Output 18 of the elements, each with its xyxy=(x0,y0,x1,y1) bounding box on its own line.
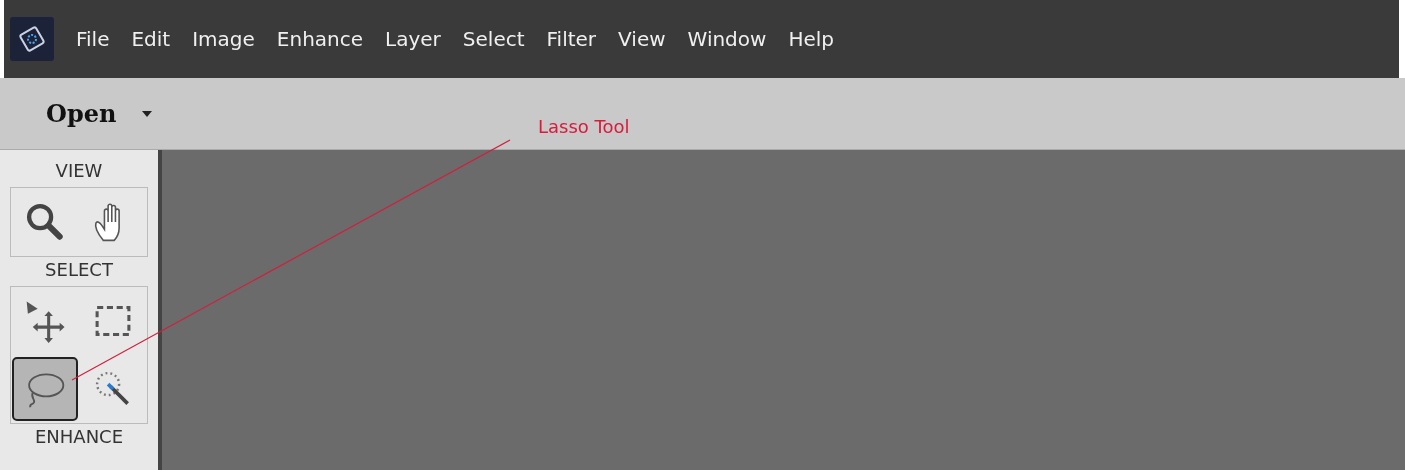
menu-item[interactable]: Enhance xyxy=(276,27,364,51)
caret-icon xyxy=(142,110,153,117)
menu-item[interactable]: View xyxy=(618,27,666,51)
menu-item[interactable]: Filter xyxy=(546,27,597,51)
section-label: SELECT xyxy=(45,259,113,280)
app-logo-icon[interactable] xyxy=(10,17,54,61)
menu-item[interactable]: Window xyxy=(687,27,767,51)
menu-item[interactable]: Edit xyxy=(131,27,171,51)
menu-item[interactable]: Select xyxy=(462,27,525,51)
menu-item[interactable]: Help xyxy=(788,27,834,51)
menu-item[interactable]: File xyxy=(76,27,110,51)
section-label: VIEW xyxy=(55,160,103,181)
tool-button[interactable] xyxy=(12,357,78,421)
menu-item[interactable]: Image xyxy=(192,27,255,51)
menu-item[interactable]: Layer xyxy=(385,27,441,51)
open-dropdown[interactable]: Open xyxy=(40,99,153,128)
section-label: ENHANCE xyxy=(34,426,124,447)
annotation-label: Lasso Tool xyxy=(538,116,630,137)
